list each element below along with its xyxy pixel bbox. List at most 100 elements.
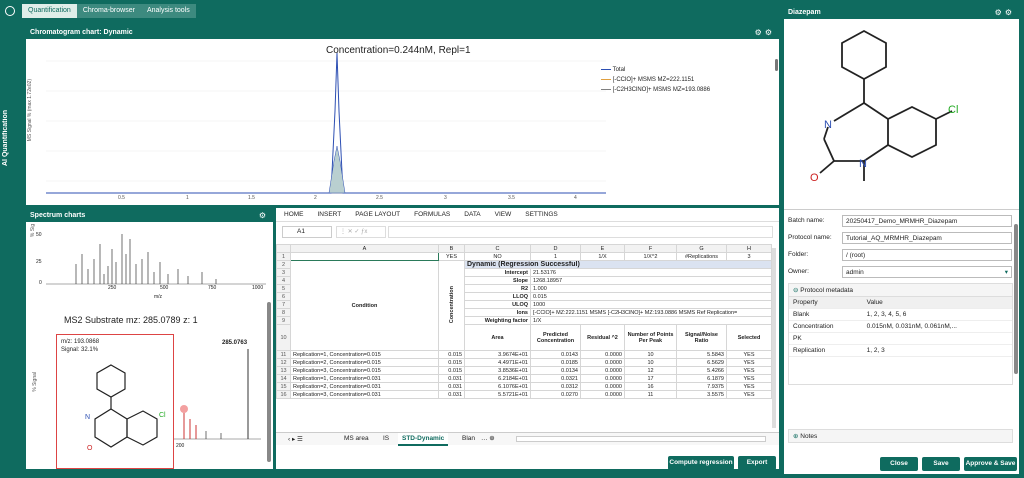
regression-title[interactable]: Dynamic (Regression Successful) xyxy=(464,260,772,269)
formula-buttons[interactable]: ⋮ ✕ ✓ ƒx xyxy=(336,226,386,238)
cell[interactable]: Replication=2, Concentration=0.015 xyxy=(290,358,439,367)
param-label[interactable]: ULOQ xyxy=(464,300,531,309)
param-value[interactable]: [-CClO]+ MZ:222.1151 MSMS [-C2H3ClNO]+ M… xyxy=(530,308,772,317)
tab-chroma-browser[interactable]: Chroma-browser xyxy=(76,4,141,18)
compute-regression-button[interactable]: Compute regression xyxy=(668,456,734,469)
ribbon-settings[interactable]: SETTINGS xyxy=(525,211,558,218)
expand-icon[interactable]: ⊕ xyxy=(793,433,798,440)
ribbon-insert[interactable]: INSERT xyxy=(318,211,342,218)
export-button[interactable]: Export xyxy=(738,456,776,469)
cell[interactable]: YES xyxy=(726,390,772,399)
param-value[interactable]: 0.015 xyxy=(530,292,772,301)
cell[interactable]: YES xyxy=(726,382,772,391)
cell[interactable]: 0.0270 xyxy=(530,390,581,399)
ribbon-data[interactable]: DATA xyxy=(464,211,480,218)
col-heading[interactable]: Predicted Concentration xyxy=(530,324,581,351)
cell[interactable]: 12 xyxy=(624,366,677,375)
col-header[interactable]: C xyxy=(464,244,531,253)
sheet-hscroll[interactable] xyxy=(516,436,766,442)
param-label[interactable]: LLOQ xyxy=(464,292,531,301)
cell[interactable]: 11 xyxy=(624,390,677,399)
collapse-icon[interactable]: ⊖ xyxy=(793,287,798,294)
cell[interactable]: 6.1076E+01 xyxy=(464,382,531,391)
sheet-tab-is[interactable]: IS xyxy=(383,435,389,442)
name-box[interactable]: A1 xyxy=(282,226,332,238)
param-label[interactable]: R2 xyxy=(464,284,531,293)
right-scrollbar[interactable] xyxy=(1014,224,1018,374)
settings-icon[interactable] xyxy=(5,6,15,16)
highlight-marker[interactable] xyxy=(180,405,188,413)
tab-analysis-tools[interactable]: Analysis tools xyxy=(140,4,196,18)
col-header[interactable]: A xyxy=(290,244,439,253)
cell[interactable]: 0.0143 xyxy=(530,350,581,359)
cell[interactable]: 3.9674E+01 xyxy=(464,350,531,359)
cell[interactable]: 0.015 xyxy=(438,350,465,359)
param-label[interactable]: Weighting factor xyxy=(464,316,531,325)
cell[interactable]: Replication=1, Concentration=0.015 xyxy=(290,350,439,359)
col-header[interactable]: B xyxy=(438,244,465,253)
side-label[interactable]: AI Quantification xyxy=(2,110,9,166)
folder-field[interactable]: / (root) xyxy=(842,249,1012,261)
cell[interactable]: YES xyxy=(726,358,772,367)
cell[interactable]: 7.9375 xyxy=(676,382,727,391)
col-heading[interactable]: Signal/Noise Ratio xyxy=(676,324,727,351)
spectrum-scrollbar[interactable] xyxy=(267,302,271,462)
param-value[interactable]: 1000 xyxy=(530,300,772,309)
cell[interactable]: 0.031 xyxy=(438,390,465,399)
concentration-header[interactable]: Concentration xyxy=(438,260,465,351)
cell[interactable]: 0.0134 xyxy=(530,366,581,375)
col-heading[interactable]: Residual ^2 xyxy=(580,324,625,351)
cell[interactable]: 6.2184E+01 xyxy=(464,374,531,383)
cell[interactable]: 0.0000 xyxy=(580,350,625,359)
panel-settings-icon[interactable]: ⚙ xyxy=(259,211,269,220)
protocol-name-field[interactable]: Tutorial_AQ_MRMHR_Diazepam xyxy=(842,232,1012,244)
cell[interactable]: Replication=1, Concentration=0.031 xyxy=(290,374,439,383)
tab-quantification[interactable]: Quantification xyxy=(22,4,77,18)
cell[interactable]: Replication=3, Concentration=0.031 xyxy=(290,390,439,399)
cell[interactable]: 0.0000 xyxy=(580,390,625,399)
notes-header[interactable]: ⊕ Notes xyxy=(788,429,1013,443)
cell[interactable]: YES xyxy=(726,350,772,359)
approve-save-button[interactable]: Approve & Save xyxy=(964,457,1017,471)
cell[interactable]: 1 xyxy=(530,252,581,261)
ribbon-view[interactable]: VIEW xyxy=(495,211,512,218)
col-header[interactable]: G xyxy=(676,244,727,253)
cell[interactable]: 0.0312 xyxy=(530,382,581,391)
col-header[interactable]: E xyxy=(580,244,625,253)
condition-header[interactable]: Condition xyxy=(290,260,439,351)
param-value[interactable]: 1.000 xyxy=(530,284,772,293)
sheet-tab-std-dynamic[interactable]: STD-Dynamic xyxy=(398,433,449,446)
cell[interactable]: 3.8536E+01 xyxy=(464,366,531,375)
cell[interactable]: 5.5721E+01 xyxy=(464,390,531,399)
ribbon-formulas[interactable]: FORMULAS xyxy=(414,211,450,218)
cell[interactable]: 0.0185 xyxy=(530,358,581,367)
sheet-vscroll[interactable] xyxy=(772,248,776,428)
nav-arrows-icon[interactable]: ‹ ▸ ☰ xyxy=(288,435,303,443)
cell[interactable]: 0.0000 xyxy=(580,358,625,367)
cell[interactable]: 17 xyxy=(624,374,677,383)
chart-scrollbar[interactable] xyxy=(775,59,778,71)
cell[interactable]: YES xyxy=(438,252,465,261)
cell[interactable]: 0.031 xyxy=(438,374,465,383)
cell[interactable]: 10 xyxy=(624,350,677,359)
panel-settings-icon[interactable]: ⚙⚙ xyxy=(755,28,775,37)
cell[interactable]: 5.4266 xyxy=(676,366,727,375)
col-header[interactable]: H xyxy=(726,244,772,253)
cell[interactable]: Replication=3, Concentration=0.015 xyxy=(290,366,439,375)
cell[interactable]: 16 xyxy=(624,382,677,391)
cell[interactable]: YES xyxy=(726,374,772,383)
ribbon-page-layout[interactable]: PAGE LAYOUT xyxy=(355,211,400,218)
col-heading[interactable]: Selected xyxy=(726,324,772,351)
cell[interactable]: NO xyxy=(464,252,531,261)
cell[interactable]: 0.015 xyxy=(438,358,465,367)
add-sheet-icon[interactable]: … ⊕ xyxy=(481,434,495,442)
sheet-tab-blank[interactable]: Blan xyxy=(462,435,475,442)
panel-settings-icon[interactable]: ⚙⚙ xyxy=(995,8,1015,17)
col-heading[interactable]: Number of Points Per Peak xyxy=(624,324,677,351)
close-button[interactable]: Close xyxy=(880,457,918,471)
cell[interactable]: 3 xyxy=(726,252,772,261)
cell-selected[interactable] xyxy=(290,252,439,261)
param-value[interactable]: 1/X xyxy=(530,316,772,325)
sheet-tab-ms-area[interactable]: MS area xyxy=(344,435,369,442)
col-header[interactable]: F xyxy=(624,244,677,253)
